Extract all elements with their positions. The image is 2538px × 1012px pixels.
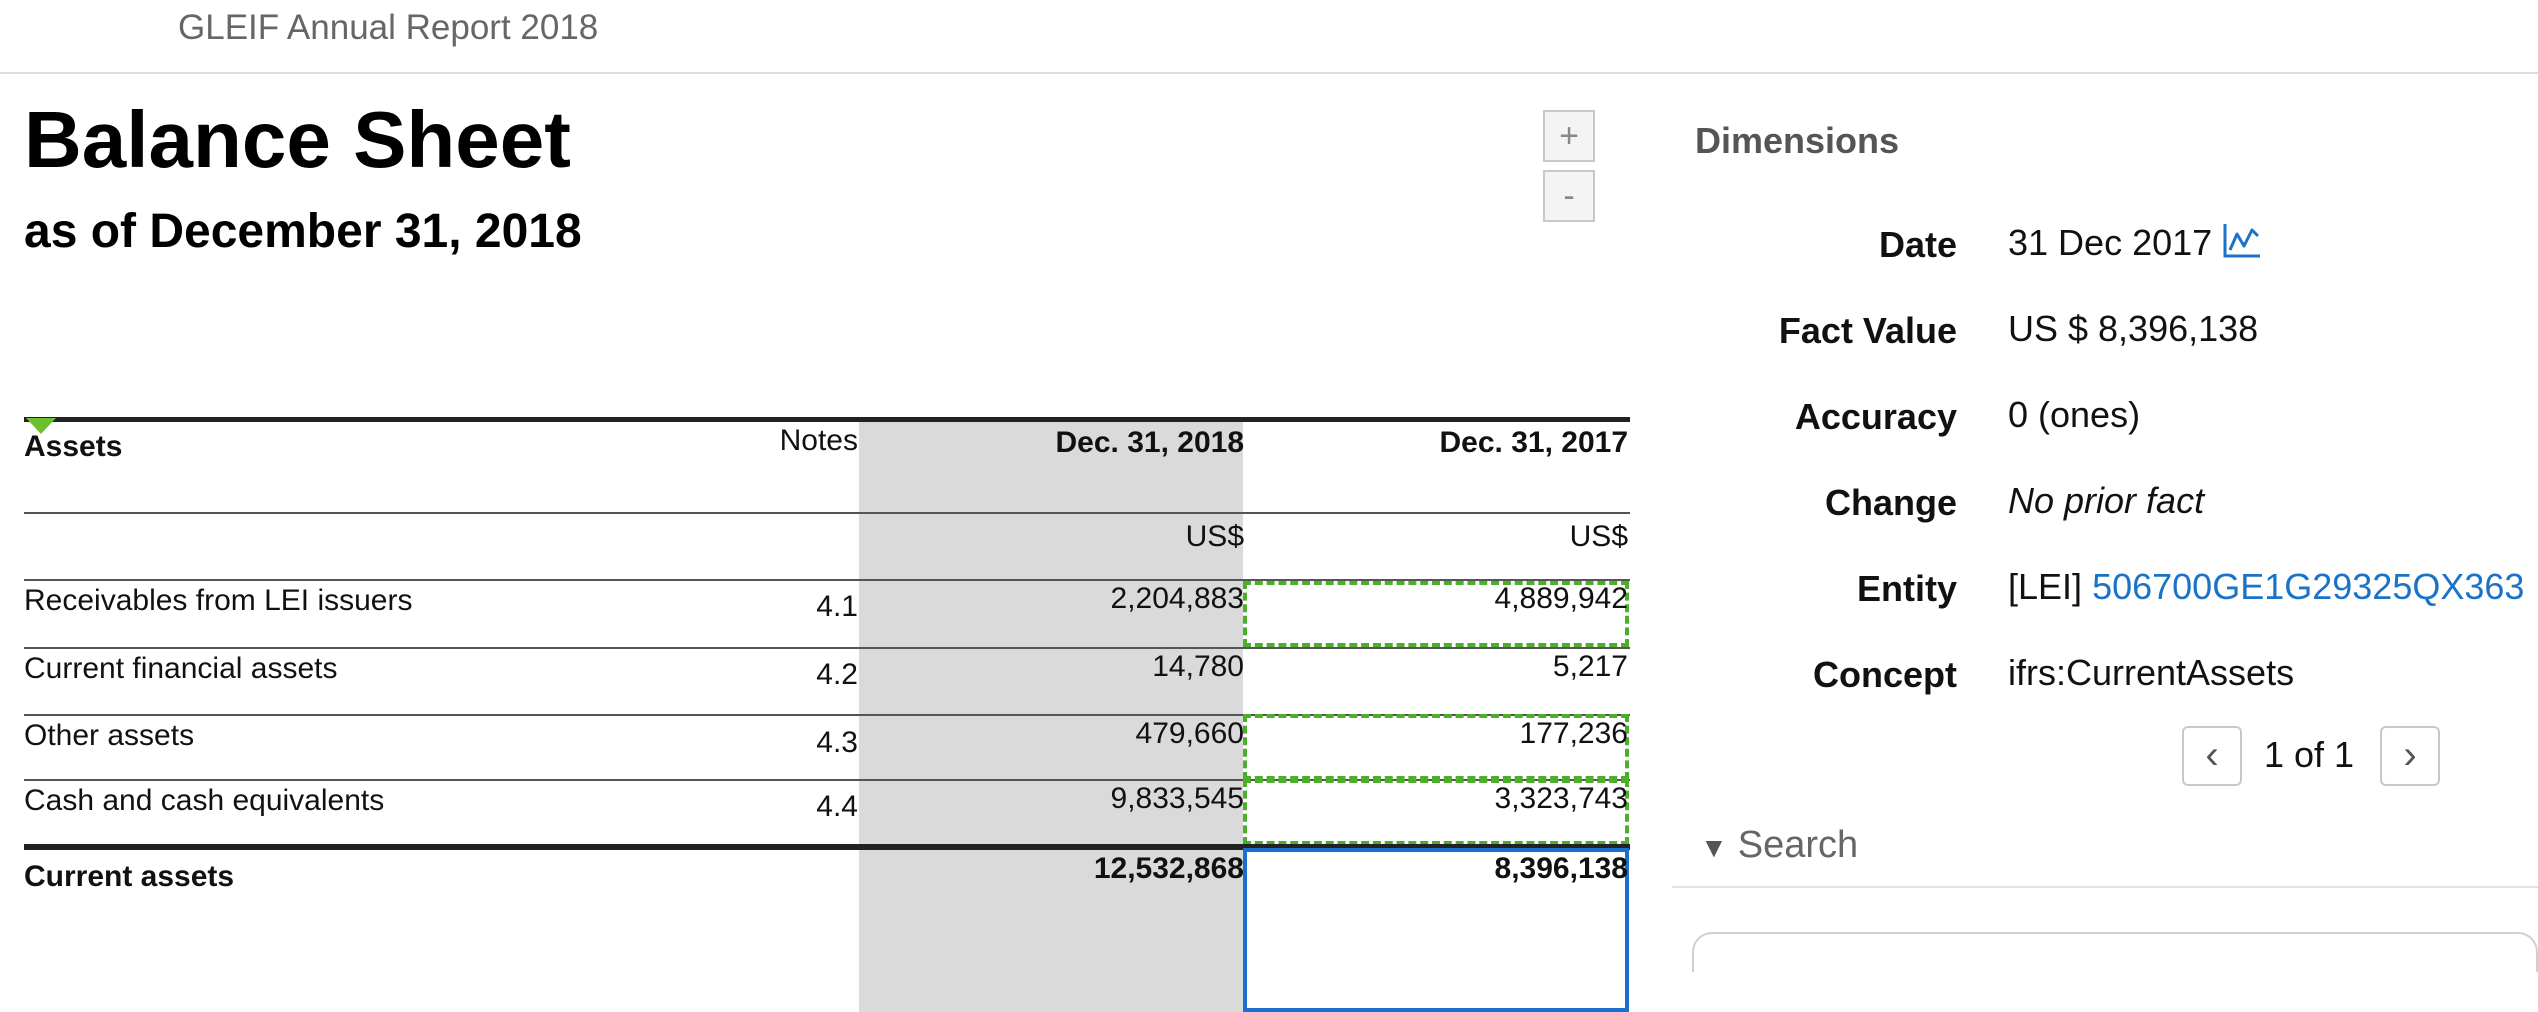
panel-divider <box>1672 886 2538 888</box>
field-label-concept: Concept <box>1813 654 1957 695</box>
statement-subtitle: as of December 31, 2018 <box>24 205 582 258</box>
row-rule <box>24 647 1630 649</box>
column-header-2018: Dec. 31, 2018 <box>1055 426 1244 459</box>
currency-2018: US$ <box>1185 520 1244 553</box>
search-section-label: Search <box>1737 824 1859 866</box>
previous-fact-button[interactable]: ‹ <box>2182 726 2242 786</box>
fact-value-2017[interactable]: 4,889,942 <box>1284 582 1628 616</box>
column-header-assets: Assets <box>24 430 123 463</box>
document-title: GLEIF Annual Report 2018 <box>178 8 599 47</box>
row-label: Other assets <box>24 719 195 752</box>
fact-pager-text: 1 of 1 <box>2264 734 2355 775</box>
row-rule <box>24 512 1630 514</box>
next-fact-button[interactable]: › <box>2380 726 2440 786</box>
field-label-change: Change <box>1824 482 1957 523</box>
fact-value-2017[interactable]: 3,323,743 <box>1284 782 1628 816</box>
field-value-date: 31 Dec 2017 <box>2008 222 2262 269</box>
column-header-notes: Notes <box>779 424 858 457</box>
inspector-panel: Dimensions Date 31 Dec 2017 Fact Value U… <box>1672 74 2538 972</box>
total-value-2018[interactable]: 12,532,868 <box>900 852 1244 886</box>
field-value-entity: [LEI] 506700GE1G29325QX363 <box>2008 566 2524 608</box>
currency-2017: US$ <box>1569 520 1628 553</box>
field-value-fact-value: US $ 8,396,138 <box>2008 308 2259 349</box>
top-bar: GLEIF Annual Report 2018 <box>0 0 2538 74</box>
statement-title: Balance Sheet <box>24 95 571 184</box>
dimensions-heading: Dimensions <box>1695 120 1900 161</box>
entity-scheme: [LEI] <box>2008 566 2083 607</box>
triangle-down-icon: ▼ <box>1700 832 1728 863</box>
row-note: 4.4 <box>816 790 858 823</box>
field-value-change: No prior fact <box>2008 480 2205 521</box>
document-viewer[interactable]: Balance Sheet as of December 31, 2018 + … <box>0 74 1660 1012</box>
total-value-2017[interactable]: 8,396,138 <box>1284 852 1628 886</box>
total-label: Current assets <box>24 860 235 893</box>
fact-value-2017[interactable]: 177,236 <box>1284 717 1628 751</box>
fact-value-2017[interactable]: 5,217 <box>1284 650 1628 684</box>
row-note: 4.3 <box>816 726 858 759</box>
field-value-concept: ifrs:CurrentAssets <box>2008 652 2295 693</box>
column-header-2017: Dec. 31, 2017 <box>1439 426 1628 459</box>
zoom-out-button[interactable]: - <box>1543 170 1595 222</box>
entity-lei-link[interactable]: 506700GE1G29325QX363 <box>2092 566 2524 607</box>
row-label: Cash and cash equivalents <box>24 784 385 817</box>
table-top-rule <box>24 417 1630 422</box>
field-label-date: Date <box>1878 224 1957 265</box>
field-value-accuracy: 0 (ones) <box>2008 394 2141 435</box>
field-label-fact-value: Fact Value <box>1778 310 1957 351</box>
fact-value-2018[interactable]: 2,204,883 <box>900 582 1244 616</box>
search-section-toggle[interactable]: ▼ Search <box>1700 824 1858 867</box>
zoom-in-button[interactable]: + <box>1543 110 1595 162</box>
field-label-accuracy: Accuracy <box>1794 396 1957 437</box>
row-note: 4.1 <box>816 590 858 623</box>
fact-value-2018[interactable]: 14,780 <box>900 650 1244 684</box>
fact-value-2018[interactable]: 9,833,545 <box>900 782 1244 816</box>
field-label-entity: Entity <box>1856 568 1957 609</box>
row-label: Current financial assets <box>24 652 338 685</box>
row-note: 4.2 <box>816 658 858 691</box>
search-input[interactable] <box>1692 932 2538 972</box>
fact-value-2018[interactable]: 479,660 <box>900 717 1244 751</box>
line-chart-icon[interactable] <box>2222 222 2262 269</box>
row-label: Receivables from LEI issuers <box>24 584 413 617</box>
